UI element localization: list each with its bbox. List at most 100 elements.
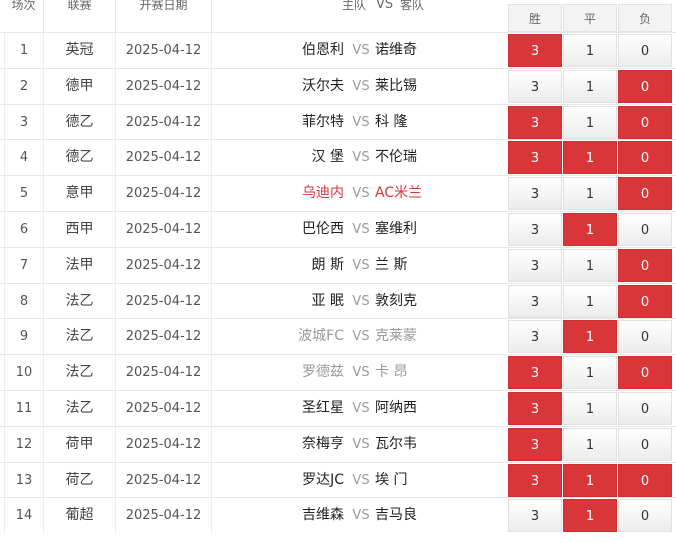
home-team: 吉维森 xyxy=(302,507,344,524)
odds-draw-button[interactable]: 1 xyxy=(563,213,617,246)
odds-draw-button[interactable]: 1 xyxy=(563,463,617,497)
vs-label: VS xyxy=(352,114,370,130)
odds-lose-button[interactable]: 0 xyxy=(618,499,672,533)
home-team: 伯恩利 xyxy=(302,42,344,58)
match-date: 2025-04-12 xyxy=(116,426,212,462)
odds-draw-button[interactable]: 1 xyxy=(563,69,617,103)
odds-draw-button[interactable]: 1 xyxy=(563,392,617,425)
odds-lose-button[interactable]: 0 xyxy=(618,105,672,139)
header-lose: 负 xyxy=(618,4,672,32)
match-no: 8 xyxy=(4,283,44,319)
odds-win-button[interactable]: 3 xyxy=(508,177,562,211)
match-date: 2025-04-12 xyxy=(116,68,212,104)
odds-draw-button[interactable]: 1 xyxy=(563,284,617,318)
match-date: 2025-04-12 xyxy=(116,176,212,212)
odds-win-button[interactable]: 3 xyxy=(508,392,562,425)
league: 荷甲 xyxy=(44,426,116,462)
home-team: 奈梅亨 xyxy=(302,435,344,452)
header-win: 胜 xyxy=(508,4,562,32)
odds-draw-button[interactable]: 1 xyxy=(563,141,617,175)
home-team: 亚 眠 xyxy=(311,292,344,309)
header-teams: 主队 VS 客队 xyxy=(212,0,506,32)
league: 法甲 xyxy=(44,247,116,283)
odds-win-button[interactable]: 3 xyxy=(508,34,562,67)
vs-label: VS xyxy=(352,472,370,488)
odds-lose-button[interactable]: 0 xyxy=(618,141,672,175)
league: 法乙 xyxy=(44,391,116,426)
header-home-label: 主队 xyxy=(342,0,367,12)
away-team: 阿纳西 xyxy=(375,400,417,416)
home-team: 菲尔特 xyxy=(302,113,344,130)
table-row: 3 德乙 2025-04-12 菲尔特 VS 科 隆310 xyxy=(0,103,676,140)
header-draw: 平 xyxy=(563,4,617,32)
odds-lose-button[interactable]: 0 xyxy=(618,427,672,461)
odds-lose-button[interactable]: 0 xyxy=(618,213,672,246)
odds-win-button[interactable]: 3 xyxy=(508,499,562,533)
odds-win-button[interactable]: 3 xyxy=(508,141,562,175)
odds-lose-button[interactable]: 0 xyxy=(618,356,672,390)
header-date: 开赛日期 xyxy=(116,0,212,32)
match-date: 2025-04-12 xyxy=(116,283,212,319)
odds-lose-button[interactable]: 0 xyxy=(618,284,672,318)
league: 英冠 xyxy=(44,33,116,68)
away-team: 吉马良 xyxy=(375,507,417,524)
away-team: 卡 昂 xyxy=(375,364,408,381)
table-row: 8 法乙 2025-04-12 亚 眠 VS 敦刻克 3 1 0 xyxy=(0,282,676,319)
table-row: 1 英冠 2025-04-12 伯恩利 VS 诺维奇 3 1 0 xyxy=(0,32,676,68)
home-team: 汉 堡 xyxy=(311,149,344,166)
odds-lose-button[interactable]: 0 xyxy=(618,248,672,282)
away-team: 瓦尔韦 xyxy=(375,435,417,452)
odds-win-button[interactable]: 3 xyxy=(508,320,562,354)
vs-label: VS xyxy=(352,186,370,202)
header-league: 联赛 xyxy=(44,0,116,32)
league: 法乙 xyxy=(44,355,116,391)
odds-win-button[interactable]: 3 xyxy=(508,463,562,497)
odds-lose-button[interactable]: 0 xyxy=(618,177,672,211)
odds-win-button[interactable]: 3 xyxy=(508,356,562,390)
home-team: 沃尔夫 xyxy=(302,77,344,94)
table-row: 4 德乙 2025-04-12 汉 堡 VS 不伦瑞 3 1 0 xyxy=(0,139,676,176)
match-date: 2025-04-12 xyxy=(116,247,212,283)
match-no: 9 xyxy=(4,319,44,355)
vs-label: VS xyxy=(352,508,370,524)
match-date: 2025-04-12 xyxy=(116,391,212,426)
league: 葡超 xyxy=(44,498,116,534)
odds-draw-button[interactable]: 1 xyxy=(563,34,617,67)
odds-lose-button[interactable]: 0 xyxy=(618,392,672,425)
home-team: 巴伦西 xyxy=(302,221,344,237)
odds-draw-button[interactable]: 1 xyxy=(563,320,617,354)
vs-label: VS xyxy=(352,257,370,273)
table-row: 9 法乙 2025-04-12 波城FC VS 克莱蒙 3 1 0 xyxy=(0,318,676,355)
match-date: 2025-04-12 xyxy=(116,355,212,391)
away-team: 科 隆 xyxy=(375,113,408,130)
odds-draw-button[interactable]: 1 xyxy=(563,105,617,139)
vs-label: VS xyxy=(352,222,370,237)
header-vs-label: VS xyxy=(376,0,394,12)
odds-draw-button[interactable]: 1 xyxy=(563,248,617,282)
odds-draw-button[interactable]: 1 xyxy=(563,356,617,390)
odds-lose-button[interactable]: 0 xyxy=(618,463,672,497)
odds-draw-button[interactable]: 1 xyxy=(563,177,617,211)
odds-win-button[interactable]: 3 xyxy=(508,284,562,318)
table-row: 2 德甲 2025-04-12 沃尔夫 VS 莱比锡 3 1 0 xyxy=(0,67,676,104)
odds-lose-button[interactable]: 0 xyxy=(618,69,672,103)
match-no: 14 xyxy=(4,498,44,534)
home-team: 乌迪内 xyxy=(302,185,344,202)
match-no: 10 xyxy=(4,355,44,391)
odds-win-button[interactable]: 3 xyxy=(508,213,562,246)
odds-draw-button[interactable]: 1 xyxy=(563,499,617,533)
odds-win-button[interactable]: 3 xyxy=(508,248,562,282)
table-row: 12 荷甲 2025-04-12 奈梅亨 VS 瓦尔韦 3 1 0 xyxy=(0,425,676,462)
odds-lose-button[interactable]: 0 xyxy=(618,34,672,67)
odds-win-button[interactable]: 3 xyxy=(508,427,562,461)
table-row: 5 意甲 2025-04-12 乌迪内 VS AC米兰 3 1 0 xyxy=(0,175,676,212)
odds-draw-button[interactable]: 1 xyxy=(563,427,617,461)
league: 德乙 xyxy=(44,104,116,140)
odds-win-button[interactable]: 3 xyxy=(508,105,562,139)
odds-lose-button[interactable]: 0 xyxy=(618,320,672,354)
odds-win-button[interactable]: 3 xyxy=(508,69,562,103)
home-team: 朗 斯 xyxy=(311,256,344,273)
vs-label: VS xyxy=(352,436,370,452)
league: 法乙 xyxy=(44,319,116,355)
match-no: 4 xyxy=(4,140,44,176)
